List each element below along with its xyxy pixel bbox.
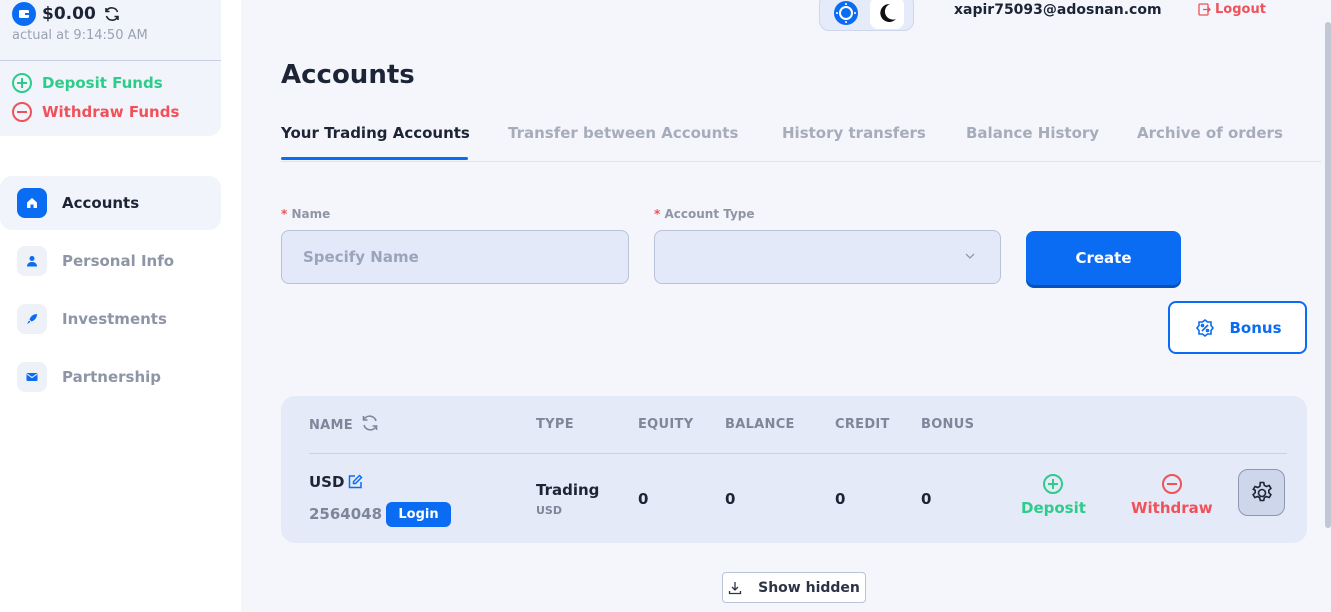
sidebar-item-label: Personal Info: [62, 252, 175, 270]
wallet-card: $0.00 actual at 9:14:50 AM Deposit Funds…: [0, 0, 221, 136]
sun-icon: [834, 0, 859, 25]
column-header-type: TYPE: [536, 417, 574, 432]
account-settings-button[interactable]: [1238, 469, 1285, 516]
logout-button[interactable]: Logout: [1198, 2, 1266, 17]
sidebar-item-investments[interactable]: Investments: [0, 292, 221, 346]
plus-circle-icon: [12, 73, 32, 93]
sidebar-item-accounts[interactable]: Accounts: [0, 176, 221, 230]
page-title: Accounts: [281, 60, 415, 90]
column-header-equity: EQUITY: [638, 417, 694, 432]
refresh-accounts-icon[interactable]: [360, 413, 380, 437]
create-account-button[interactable]: Create: [1026, 231, 1181, 285]
home-icon: [17, 188, 47, 218]
gear-icon: [1251, 481, 1272, 501]
account-number: 2564048: [309, 505, 383, 523]
tab-history-transfers[interactable]: History transfers: [782, 124, 926, 142]
active-tab-indicator: [281, 157, 468, 160]
account-currency: USD: [309, 473, 345, 491]
account-login-button[interactable]: Login: [386, 502, 451, 527]
wallet-balance: $0.00: [42, 4, 96, 24]
tab-transfer-between-accounts[interactable]: Transfer between Accounts: [508, 124, 738, 142]
account-type-currency: USD: [536, 504, 562, 517]
page-scrollbar[interactable]: [1325, 22, 1331, 528]
wallet-divider: [0, 60, 221, 61]
theme-toggle: [819, 0, 914, 31]
sidebar-item-partnership[interactable]: Partnership: [0, 350, 221, 404]
account-type-select[interactable]: [654, 230, 1001, 284]
name-field-label: * Name: [281, 207, 330, 221]
moon-icon: [880, 3, 896, 22]
wallet-updated-time: actual at 9:14:50 AM: [12, 28, 148, 43]
account-type: Trading: [536, 481, 600, 499]
minus-circle-icon: [1161, 474, 1182, 494]
account-name-input[interactable]: [281, 230, 629, 284]
column-header-balance: BALANCE: [725, 417, 795, 432]
edit-account-icon[interactable]: [347, 474, 363, 494]
chevron-down-icon: [965, 253, 975, 259]
bonus-label: Bonus: [1229, 318, 1282, 337]
logout-label: Logout: [1215, 2, 1266, 17]
table-divider: [309, 453, 1287, 454]
column-header-bonus: BONUS: [921, 417, 975, 432]
deposit-funds-label: Deposit Funds: [42, 74, 163, 92]
sidebar-item-personal-info[interactable]: Personal Info: [0, 234, 221, 288]
sidebar: $0.00 actual at 9:14:50 AM Deposit Funds…: [0, 0, 241, 612]
minus-circle-icon: [12, 102, 32, 122]
sidebar-nav: Accounts Personal Info Investments Partn…: [0, 176, 221, 408]
required-mark: *: [654, 207, 661, 221]
account-credit: 0: [835, 490, 846, 508]
account-type-field-label: * Account Type: [654, 207, 755, 221]
percent-badge-icon: [1196, 318, 1215, 337]
rocket-icon: [17, 304, 47, 334]
account-tabs: Your Trading Accounts Transfer between A…: [281, 120, 1321, 162]
user-icon: [17, 246, 47, 276]
withdraw-funds-label: Withdraw Funds: [42, 103, 180, 121]
wallet-balance-row: $0.00: [12, 2, 122, 26]
account-deposit-button[interactable]: Deposit: [1021, 474, 1086, 517]
account-withdraw-label: Withdraw: [1131, 499, 1213, 517]
name-label-text: Name: [291, 207, 331, 221]
deposit-funds-link[interactable]: Deposit Funds: [12, 73, 163, 93]
column-header-name: NAME: [309, 418, 353, 433]
account-equity: 0: [638, 490, 649, 508]
plus-circle-icon: [1043, 474, 1064, 494]
accounts-table: NAME TYPE EQUITY BALANCE CREDIT BONUS US…: [281, 396, 1307, 543]
bonus-button[interactable]: Bonus: [1168, 301, 1307, 354]
account-bonus: 0: [921, 490, 932, 508]
show-hidden-label: Show hidden: [758, 579, 860, 596]
column-header-credit: CREDIT: [835, 417, 890, 432]
show-hidden-button[interactable]: Show hidden: [722, 572, 866, 603]
logout-icon: [1198, 3, 1211, 16]
sidebar-item-label: Accounts: [62, 194, 140, 212]
user-email: xapir75093@adosnan.com: [954, 2, 1162, 18]
account-balance: 0: [725, 490, 736, 508]
sidebar-item-label: Partnership: [62, 368, 162, 386]
mail-icon: [17, 362, 47, 392]
required-mark: *: [281, 207, 288, 221]
light-theme-button[interactable]: [829, 0, 863, 29]
sidebar-item-label: Investments: [62, 310, 167, 328]
tab-balance-history[interactable]: Balance History: [966, 124, 1099, 142]
account-type-label-text: Account Type: [664, 207, 755, 221]
tab-archive-of-orders[interactable]: Archive of orders: [1137, 124, 1283, 142]
refresh-balance-icon[interactable]: [102, 4, 122, 24]
account-deposit-label: Deposit: [1021, 499, 1086, 517]
dark-theme-button[interactable]: [869, 0, 904, 29]
account-withdraw-button[interactable]: Withdraw: [1131, 474, 1213, 517]
wallet-icon: [12, 2, 36, 26]
withdraw-funds-link[interactable]: Withdraw Funds: [12, 102, 179, 122]
download-icon: [728, 581, 742, 594]
tab-your-trading-accounts[interactable]: Your Trading Accounts: [281, 124, 470, 142]
